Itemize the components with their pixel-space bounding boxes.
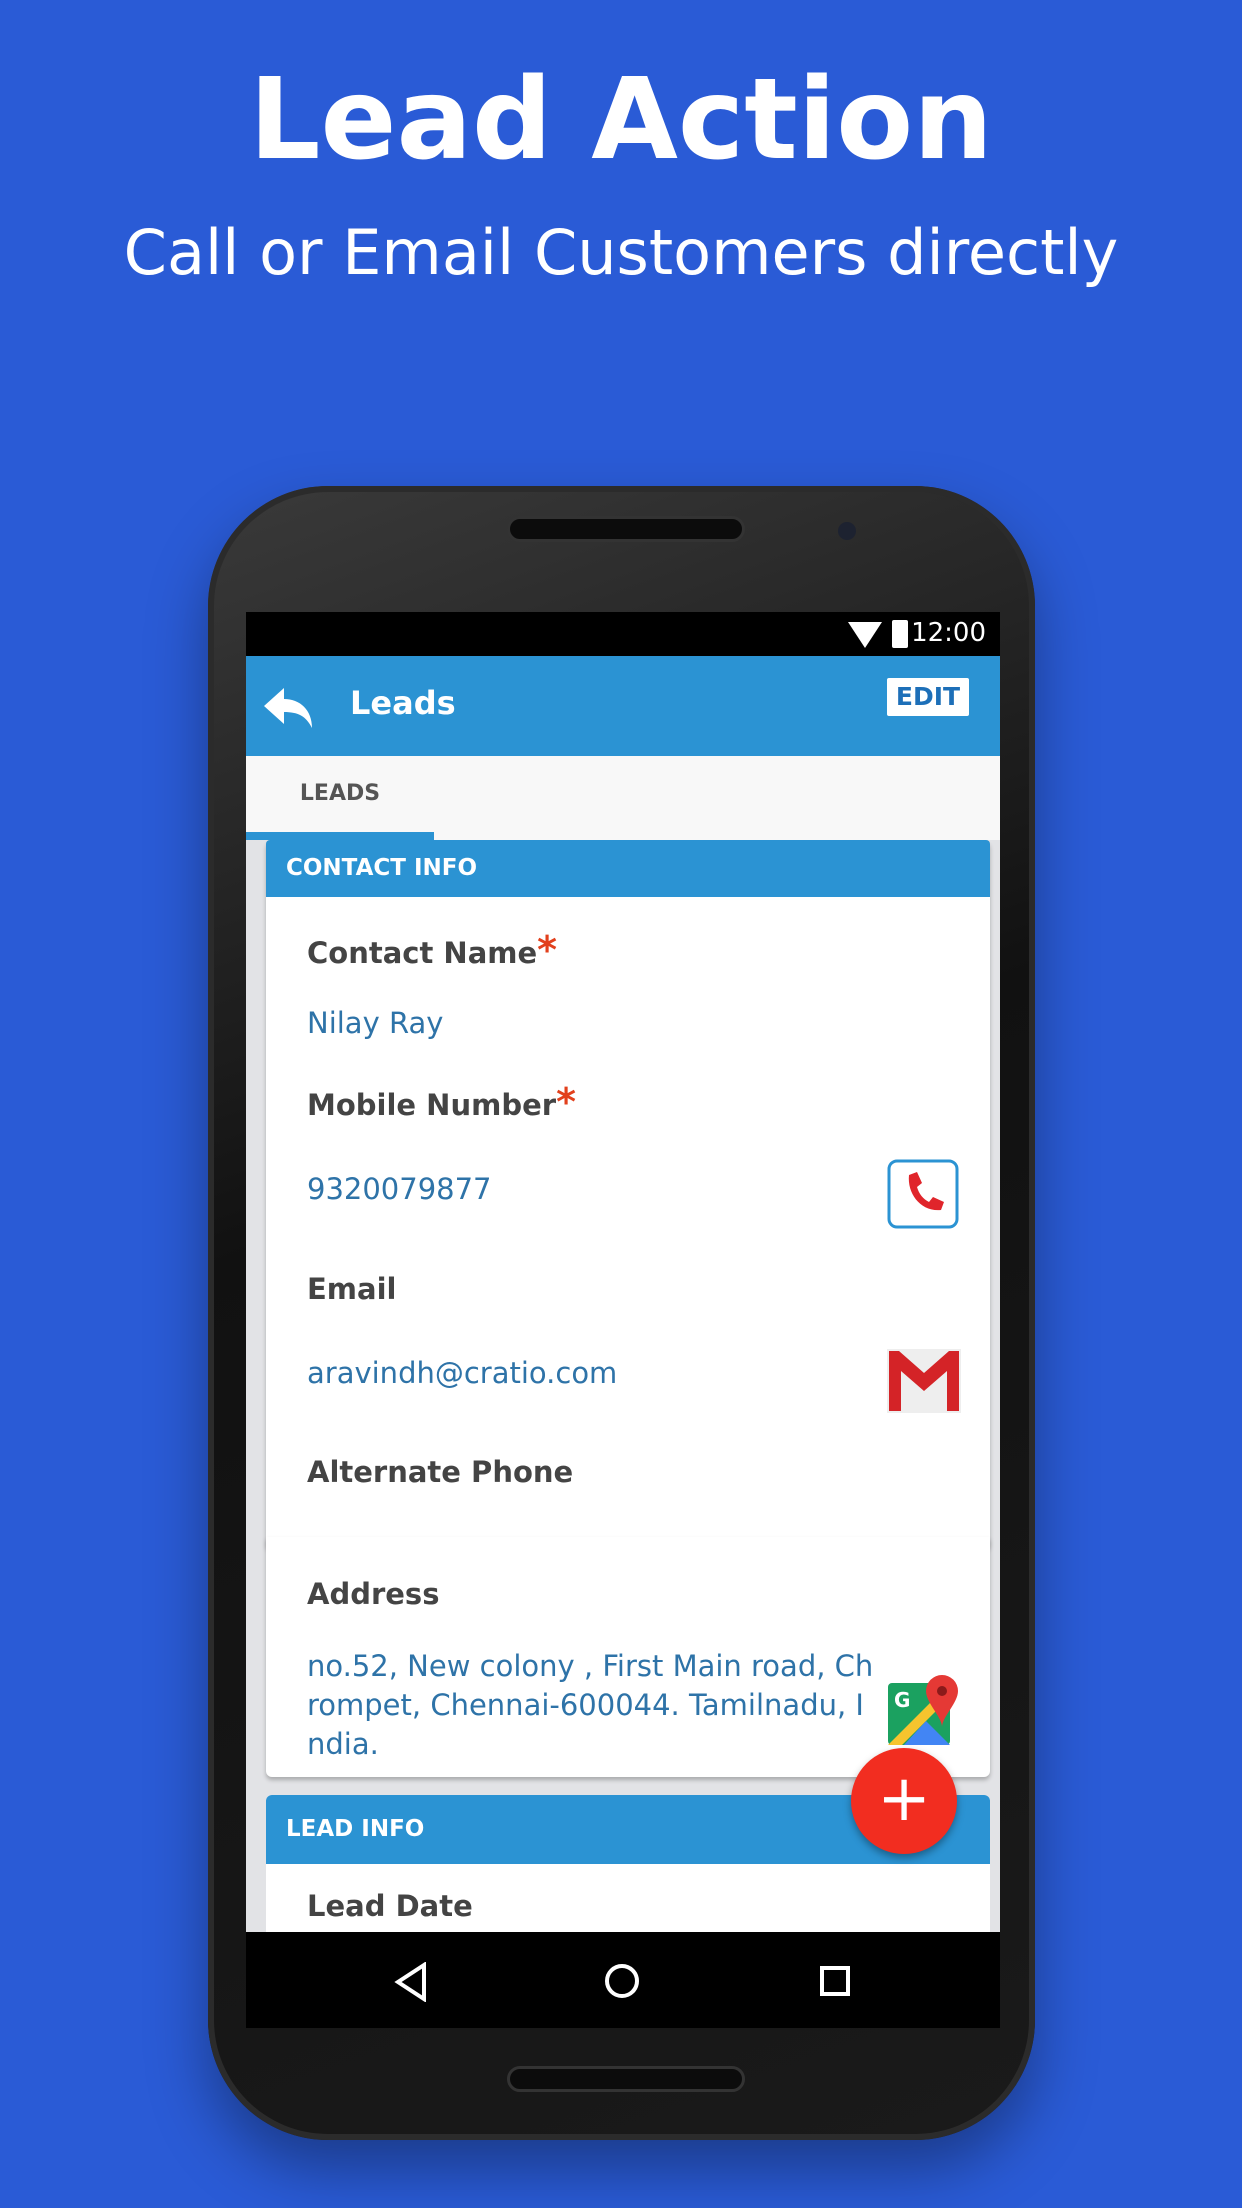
add-fab-button[interactable]: + xyxy=(851,1748,957,1854)
contact-name-label: Contact Name* xyxy=(307,928,558,972)
svg-text:G: G xyxy=(894,1688,910,1712)
tab-bar: LEADS xyxy=(246,756,1000,840)
tab-indicator xyxy=(246,832,434,840)
email-value[interactable]: aravindh@cratio.com xyxy=(307,1354,617,1393)
mobile-number-value[interactable]: 9320079877 xyxy=(307,1170,492,1209)
status-bar: 12:00 xyxy=(246,612,1000,656)
back-reply-icon[interactable] xyxy=(260,682,316,732)
contact-info-card: CONTACT INFO Contact Name* Nilay Ray Mob… xyxy=(266,840,990,1549)
phone-speaker xyxy=(507,516,745,542)
tab-leads[interactable]: LEADS xyxy=(246,756,434,840)
address-line-2: rompet, Chennai-600044. Tamilnadu, I xyxy=(307,1688,864,1722)
contact-info-card-lower: Address no.52, New colony , First Main r… xyxy=(266,1537,990,1777)
mobile-number-label: Mobile Number* xyxy=(307,1080,576,1124)
gmail-icon[interactable] xyxy=(887,1349,961,1413)
email-label: Email xyxy=(307,1272,397,1306)
app-bar: Leads EDIT xyxy=(246,656,1000,756)
phone-call-icon[interactable] xyxy=(887,1159,959,1229)
address-line-1: no.52, New colony , First Main road, Ch xyxy=(307,1649,874,1683)
nav-bar xyxy=(246,1932,1000,2028)
edit-button[interactable]: EDIT xyxy=(887,678,969,716)
google-maps-icon[interactable]: G xyxy=(886,1673,962,1747)
phone-camera xyxy=(838,522,856,540)
alternate-phone-label: Alternate Phone xyxy=(307,1455,574,1489)
nav-recents-icon[interactable] xyxy=(819,1965,851,1997)
nav-home-icon[interactable] xyxy=(604,1963,640,1999)
address-line-3: ndia. xyxy=(307,1727,379,1761)
app-bar-title: Leads xyxy=(350,684,456,722)
wifi-icon xyxy=(848,622,882,648)
contact-info-header: CONTACT INFO xyxy=(266,840,990,897)
contact-name-value: Nilay Ray xyxy=(307,1006,444,1040)
promo-title: Lead Action xyxy=(249,55,993,185)
promo-subtitle: Call or Email Customers directly xyxy=(123,216,1119,289)
phone-speaker-bottom xyxy=(507,2066,745,2092)
status-time: 12:00 xyxy=(911,618,986,648)
nav-back-icon[interactable] xyxy=(394,1962,428,2002)
lead-date-label: Lead Date xyxy=(307,1889,473,1923)
battery-icon xyxy=(892,620,908,648)
address-label: Address xyxy=(307,1577,440,1611)
